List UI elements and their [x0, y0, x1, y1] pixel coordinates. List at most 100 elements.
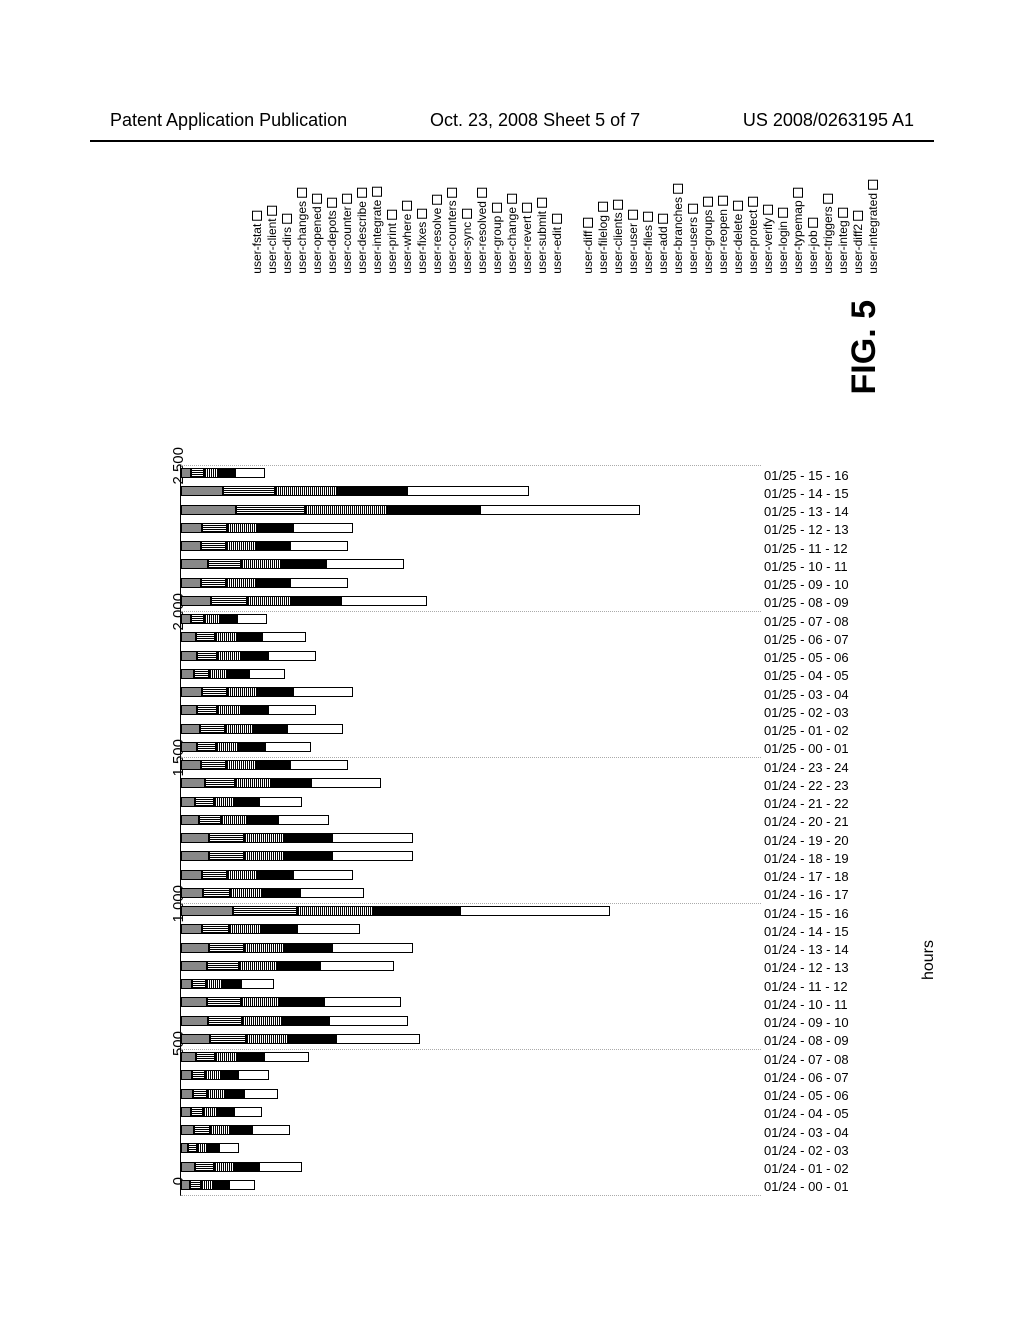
bar-segment — [247, 596, 291, 606]
bar-segment — [227, 687, 258, 697]
legend-item: user-depots — [325, 180, 340, 274]
legend-swatch-icon — [418, 209, 428, 219]
category-label: 01/25 - 02 - 03 — [764, 705, 849, 720]
category-label: 01/25 - 12 - 13 — [764, 522, 849, 537]
bar-segment — [287, 724, 344, 734]
category-label: 01/25 - 06 - 07 — [764, 632, 849, 647]
bar-segment — [225, 724, 254, 734]
bar-segment — [197, 742, 216, 752]
bar-segment — [293, 687, 353, 697]
bar-segment — [285, 833, 331, 843]
bar-segment — [244, 943, 286, 953]
bar-segment — [258, 523, 292, 533]
bar-segment — [181, 468, 191, 478]
bar-segment — [209, 833, 244, 843]
category-label: 01/25 - 08 - 09 — [764, 595, 849, 610]
bar-segment — [181, 760, 201, 770]
category-label: 01/24 - 06 - 07 — [764, 1070, 849, 1085]
legend-item: user-counters — [445, 180, 460, 274]
bar-segment — [227, 870, 258, 880]
legend-swatch-icon — [614, 199, 624, 209]
legend-swatch-icon — [839, 207, 849, 217]
legend-item: user-add — [656, 180, 671, 274]
legend-swatch-icon — [448, 187, 458, 197]
bar-segment — [235, 778, 271, 788]
bar-segment — [181, 1089, 193, 1099]
bar-segment — [230, 888, 263, 898]
legend-item: user-delete — [731, 180, 746, 274]
category-label: 01/24 - 15 - 16 — [764, 906, 849, 921]
bar-segment — [226, 760, 256, 770]
bar-segment — [228, 669, 249, 679]
legend-swatch-icon — [553, 214, 563, 224]
legend-item: user-client — [265, 180, 280, 274]
bar-row — [181, 1086, 278, 1104]
category-label: 01/24 - 05 - 06 — [764, 1088, 849, 1103]
bar-segment — [259, 797, 301, 807]
legend-swatch-icon — [493, 203, 503, 213]
header-rule — [90, 140, 934, 142]
bar-segment — [285, 943, 331, 953]
legend-swatch-icon — [809, 217, 819, 227]
bar-segment — [300, 888, 364, 898]
legend-swatch-icon — [478, 188, 488, 198]
category-label: 01/25 - 09 - 10 — [764, 577, 849, 592]
bar-segment — [181, 1143, 188, 1153]
category-label: 01/24 - 17 - 18 — [764, 869, 849, 884]
bar-segment — [226, 578, 256, 588]
category-label: 01/25 - 11 - 12 — [764, 541, 848, 556]
bar-segment — [264, 1052, 309, 1062]
bar-segment — [200, 724, 224, 734]
category-label: 01/24 - 01 - 02 — [764, 1161, 849, 1176]
bar-segment — [244, 1089, 278, 1099]
bar-segment — [329, 1016, 409, 1026]
legend-item: user-reopen — [716, 180, 731, 274]
bar-row — [181, 666, 285, 684]
bar-row — [181, 940, 413, 958]
bar-segment — [203, 1107, 218, 1117]
legend-item: user-dirs — [280, 180, 295, 274]
bar-segment — [258, 870, 292, 880]
bar-segment — [214, 1162, 236, 1172]
bar-segment — [204, 614, 219, 624]
bar-row — [181, 483, 529, 501]
legend-swatch-icon — [538, 198, 548, 208]
legend-item: user-integ — [836, 180, 851, 274]
legend-item: user-fixes — [415, 180, 430, 274]
header-right: US 2008/0263195 A1 — [743, 110, 914, 131]
bar-segment — [261, 924, 297, 934]
bar-segment — [241, 559, 281, 569]
bar-segment — [239, 742, 265, 752]
category-label: 01/24 - 03 - 04 — [764, 1125, 849, 1140]
bar-segment — [225, 1089, 244, 1099]
bar-segment — [256, 578, 289, 588]
bar-segment — [208, 1016, 242, 1026]
bar-row — [181, 739, 311, 757]
bar-segment — [214, 1180, 229, 1190]
bar-row — [181, 721, 343, 739]
category-label: 01/25 - 10 - 11 — [764, 559, 848, 574]
bar-segment — [181, 632, 196, 642]
legend-swatch-icon — [373, 187, 383, 197]
legend-swatch-icon — [343, 193, 353, 203]
legend-item: user-submit — [535, 180, 550, 274]
bar-segment — [181, 797, 195, 807]
category-label: 01/24 - 13 - 14 — [764, 942, 849, 957]
bar-row — [181, 1159, 302, 1177]
bar-segment — [237, 614, 267, 624]
bar-segment — [209, 669, 228, 679]
bar-segment — [211, 596, 248, 606]
bar-segment — [216, 742, 239, 752]
bar-segment — [181, 888, 203, 898]
bar-row — [181, 702, 316, 720]
legend-item: user-opened — [310, 180, 325, 274]
bar-segment — [201, 760, 226, 770]
legend-swatch-icon — [629, 210, 639, 220]
figure-label: FIG. 5 — [845, 300, 884, 394]
bar-row — [181, 575, 348, 593]
bar-segment — [190, 1180, 201, 1190]
bar-segment — [332, 833, 413, 843]
bar-segment — [290, 760, 348, 770]
bar-segment — [195, 1162, 213, 1172]
bar-segment — [246, 1034, 289, 1044]
